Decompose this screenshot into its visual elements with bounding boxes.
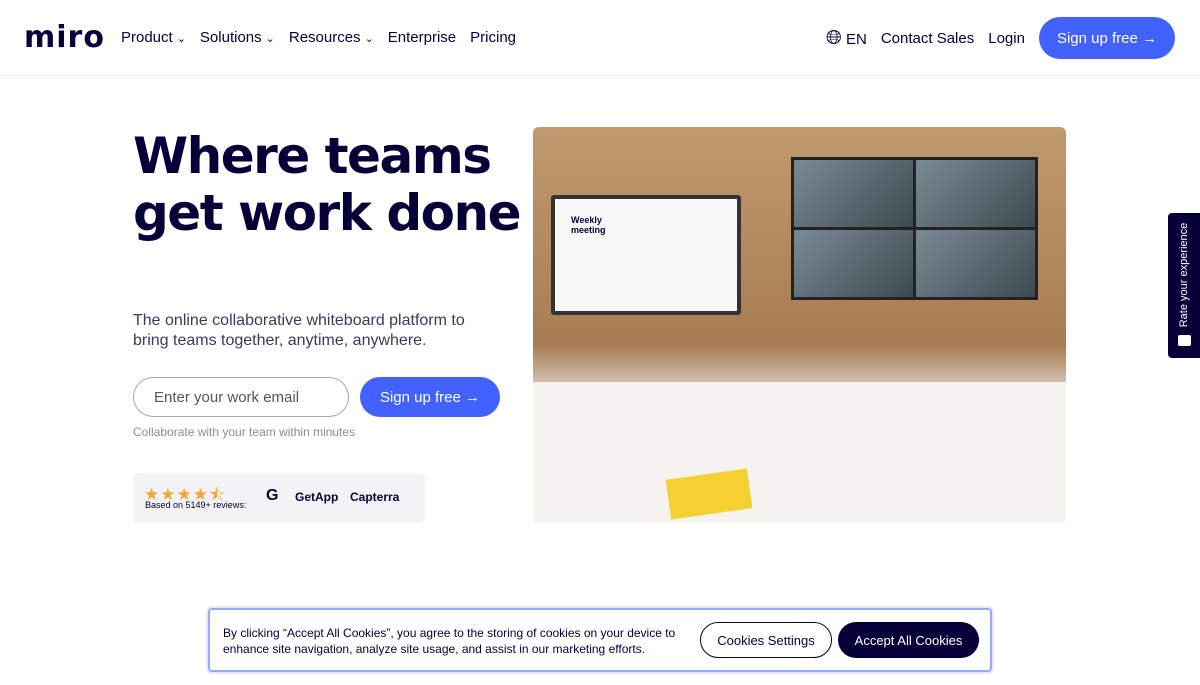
- cookies-settings-button[interactable]: Cookies Settings: [700, 622, 832, 658]
- contact-sales-link[interactable]: Contact Sales: [881, 30, 974, 47]
- menu-resources[interactable]: Resources ⌄: [289, 29, 374, 46]
- reviews-badge: ★★★★⯪ Based on 5149+ reviews: G GetApp C…: [133, 473, 425, 523]
- miro-logo[interactable]: miro: [24, 20, 105, 55]
- chevron-down-icon: ⌄: [364, 33, 374, 45]
- language-label: EN: [846, 30, 867, 48]
- menu-pricing[interactable]: Pricing: [470, 29, 516, 46]
- feedback-icon: [1178, 335, 1191, 346]
- reviews-count: Based on 5149+ reviews:: [145, 500, 247, 510]
- meeting-table: [533, 382, 1066, 523]
- menu-label: Resources: [288, 29, 361, 46]
- hero-title: Where teams get work done: [133, 127, 522, 242]
- hero-signup-button[interactable]: Sign up free →: [360, 377, 500, 417]
- nav-right: 🌐︎ EN Contact Sales Login Sign up free →: [826, 17, 1175, 59]
- hero-subtitle: The online collaborative whiteboard plat…: [133, 312, 465, 349]
- board-title: Weekly meeting: [571, 215, 606, 235]
- menu-enterprise[interactable]: Enterprise: [388, 29, 456, 46]
- login-link[interactable]: Login: [988, 30, 1025, 47]
- cookie-banner: By clicking “Accept All Cookies”, you ag…: [208, 608, 992, 672]
- hero-photo: Weekly meeting: [533, 127, 1066, 523]
- nav-signup-button[interactable]: Sign up free →: [1038, 17, 1175, 59]
- accept-cookies-button[interactable]: Accept All Cookies: [838, 622, 979, 658]
- top-nav: miro Product ⌄ Solutions ⌄ Resources ⌄ Ente…: [0, 0, 1200, 76]
- chevron-down-icon: ⌄: [265, 33, 275, 45]
- rate-label: Rate your experience: [1178, 222, 1190, 328]
- menu-label: Solutions: [199, 29, 262, 46]
- getapp-logo: GetApp: [295, 490, 339, 504]
- video-call-screen: [791, 157, 1038, 300]
- capterra-logo: Capterra: [350, 490, 400, 504]
- chevron-down-icon: ⌄: [176, 33, 186, 45]
- menu-product[interactable]: Product ⌄: [121, 29, 186, 46]
- menu-solutions[interactable]: Solutions ⌄: [200, 29, 275, 46]
- email-input[interactable]: Enter your work email: [133, 377, 349, 417]
- whiteboard-screen: Weekly meeting: [551, 195, 741, 315]
- main-menu: Product ⌄ Solutions ⌄ Resources ⌄ Enterpris…: [121, 29, 516, 46]
- signup-hint: Collaborate with your team within minute…: [133, 425, 356, 439]
- language-selector[interactable]: 🌐︎ EN: [826, 27, 867, 50]
- globe-icon: 🌐︎: [825, 26, 842, 49]
- cookie-text: By clicking “Accept All Cookies”, you ag…: [223, 626, 676, 656]
- menu-label: Product: [121, 29, 173, 46]
- rate-experience-tab[interactable]: Rate your experience: [1168, 213, 1200, 358]
- g2-logo: G: [266, 487, 279, 504]
